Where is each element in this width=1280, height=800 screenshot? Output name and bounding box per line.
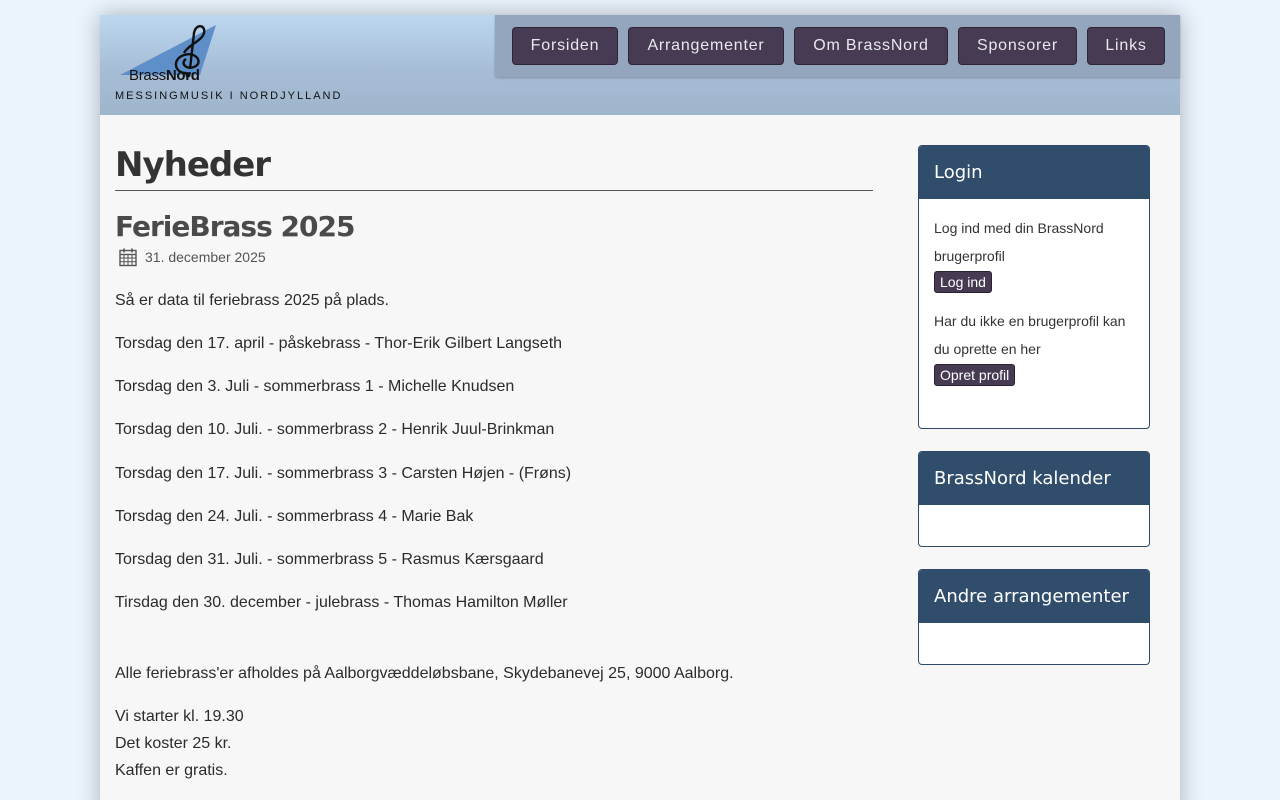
- event-item: Tirsdag den 30. december - julebrass - T…: [115, 594, 568, 611]
- post-title[interactable]: FerieBrass 2025: [115, 210, 355, 243]
- site-tagline: MESSINGMUSIK I NORDJYLLAND: [115, 90, 343, 102]
- nav-arrangementer[interactable]: Arrangementer: [628, 27, 784, 65]
- post-coffee: Kaffen er gratis.: [115, 762, 228, 779]
- create-profile-button[interactable]: Opret profil: [934, 364, 1016, 386]
- login-panel-body: Log ind med din BrassNord brugerprofil L…: [919, 199, 1149, 401]
- page-container: BrassNord MESSINGMUSIK I NORDJYLLAND For…: [100, 15, 1180, 800]
- login-button[interactable]: Log ind: [934, 271, 992, 293]
- create-profile-text: Har du ikke en brugerprofil kan du opret…: [934, 313, 1126, 357]
- post-location: Alle feriebrass'er afholdes på Aalborgvæ…: [115, 665, 734, 682]
- logo-wordmark: BrassNord: [129, 67, 200, 84]
- calendar-panel: BrassNord kalender: [918, 451, 1150, 547]
- other-events-panel: Andre arrangementer: [918, 569, 1150, 665]
- main-navigation: Forsiden Arrangementer Om BrassNord Spon…: [495, 15, 1180, 77]
- login-panel: Login Log ind med din BrassNord brugerpr…: [918, 145, 1150, 429]
- other-events-panel-heading: Andre arrangementer: [919, 570, 1149, 623]
- event-item: Torsdag den 17. Juli. - sommerbrass 3 - …: [115, 465, 572, 482]
- nav-links[interactable]: Links: [1087, 27, 1165, 65]
- event-item: Torsdag den 17. april - påskebrass - Tho…: [115, 335, 563, 352]
- login-panel-heading: Login: [919, 146, 1149, 199]
- event-item: Torsdag den 24. Juli. - sommerbrass 4 - …: [115, 508, 474, 525]
- logo-brass-text: Brass: [129, 67, 166, 84]
- post-intro: Så er data til feriebrass 2025 på plads.: [115, 292, 389, 309]
- brassnord-logo[interactable]: BrassNord: [114, 23, 224, 84]
- calendar-icon: [119, 248, 137, 267]
- nav-forsiden[interactable]: Forsiden: [512, 27, 618, 65]
- post-start-time: Vi starter kl. 19.30: [115, 708, 244, 725]
- post-price: Det koster 25 kr.: [115, 735, 232, 752]
- logo-nord-text: Nord: [165, 67, 200, 84]
- nav-sponsorer[interactable]: Sponsorer: [958, 27, 1077, 65]
- page-title: Nyheder: [115, 145, 873, 191]
- post-date-text: 31. december 2025: [145, 249, 266, 265]
- nav-om-brassnord[interactable]: Om BrassNord: [794, 27, 948, 65]
- event-item: Torsdag den 10. Juli. - sommerbrass 2 - …: [115, 421, 555, 438]
- login-text: Log ind med din BrassNord brugerprofil: [934, 220, 1104, 264]
- event-item: Torsdag den 31. Juli. - sommerbrass 5 - …: [115, 551, 544, 568]
- post-date: 31. december 2025: [118, 247, 266, 267]
- site-header: BrassNord MESSINGMUSIK I NORDJYLLAND For…: [100, 15, 1180, 115]
- calendar-panel-heading: BrassNord kalender: [919, 452, 1149, 505]
- event-item: Torsdag den 3. Juli - sommerbrass 1 - Mi…: [115, 378, 515, 395]
- content-area: Nyheder FerieBrass 2025 31. december 202…: [100, 115, 1180, 800]
